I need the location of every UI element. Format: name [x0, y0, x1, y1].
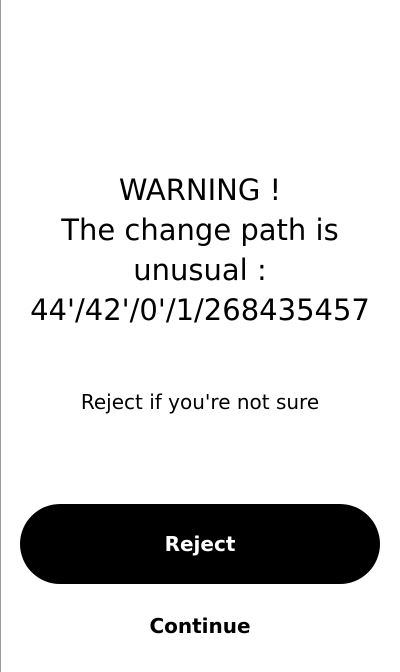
reject-button[interactable]: Reject: [20, 504, 380, 584]
warning-text-line: unusual :: [133, 253, 267, 287]
continue-button[interactable]: Continue: [20, 611, 380, 641]
warning-heading: WARNING !: [118, 173, 282, 207]
change-path-value: 44'/42'/0'/1/268435457: [30, 293, 370, 327]
warning-text-line: The change path is: [61, 213, 339, 247]
screen-border: [0, 0, 1, 672]
warning-message: WARNING ! The change path is unusual : 4…: [20, 170, 380, 330]
reject-hint: Reject if you're not sure: [80, 390, 320, 414]
